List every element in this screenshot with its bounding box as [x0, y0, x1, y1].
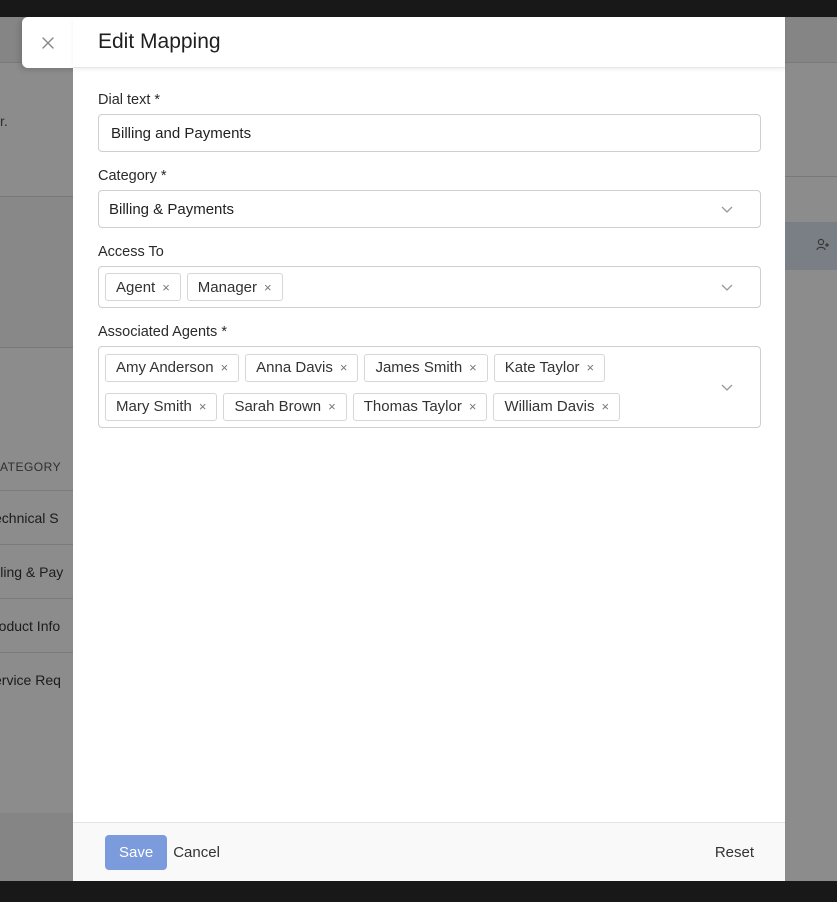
- dial-text-label: Dial text *: [98, 92, 161, 108]
- edit-mapping-modal: Edit Mapping Dial text * Category * Bill…: [73, 17, 785, 881]
- category-select[interactable]: Billing & Payments: [98, 190, 761, 228]
- remove-tag-icon[interactable]: ×: [469, 360, 477, 375]
- agent-tag-label: Mary Smith: [116, 398, 192, 415]
- remove-tag-icon[interactable]: ×: [199, 399, 207, 414]
- agent-tag-label: Thomas Taylor: [363, 398, 462, 415]
- close-icon: [42, 36, 54, 49]
- access-tag: Agent ×: [105, 273, 181, 301]
- category-label: Category *: [98, 168, 167, 184]
- agent-tag: Kate Taylor ×: [493, 353, 606, 382]
- category-selected-value: Billing & Payments: [109, 200, 235, 218]
- agent-tag: Sarah Brown ×: [223, 392, 347, 421]
- access-to-field: Access To Agent × Manager ×: [98, 244, 761, 308]
- remove-tag-icon[interactable]: ×: [162, 280, 170, 295]
- agent-tag: Thomas Taylor ×: [352, 392, 488, 421]
- dial-text-field: Dial text *: [98, 92, 761, 152]
- agent-tag-label: James Smith: [375, 359, 463, 376]
- agent-tag: Amy Anderson ×: [105, 353, 240, 382]
- cancel-button[interactable]: Cancel: [173, 844, 220, 861]
- agent-tag-label: Kate Taylor: [504, 359, 580, 376]
- reset-button[interactable]: Reset: [715, 844, 754, 861]
- agent-tag-label: Amy Anderson: [116, 359, 214, 376]
- chevron-down-icon: [721, 284, 733, 291]
- category-field: Category * Billing & Payments: [98, 168, 761, 228]
- chevron-down-icon: [721, 206, 733, 213]
- agent-tag: William Davis ×: [493, 392, 621, 421]
- chevron-down-icon: [721, 384, 733, 391]
- access-tag-label: Manager: [197, 278, 257, 296]
- associated-agents-field: Associated Agents * Amy Anderson × Anna Da…: [98, 324, 761, 428]
- modal-title: Edit Mapping: [98, 30, 221, 53]
- modal-header: Edit Mapping: [73, 17, 785, 68]
- remove-tag-icon[interactable]: ×: [221, 360, 229, 375]
- agent-tag-label: William Davis: [504, 398, 595, 415]
- remove-tag-icon[interactable]: ×: [328, 399, 336, 414]
- dial-text-input[interactable]: [98, 114, 761, 152]
- agent-tag: Mary Smith ×: [105, 392, 218, 421]
- remove-tag-icon[interactable]: ×: [601, 399, 609, 414]
- modal-footer: Save Cancel Reset: [73, 822, 785, 881]
- remove-tag-icon[interactable]: ×: [587, 360, 595, 375]
- agent-tag: Anna Davis ×: [245, 353, 359, 382]
- remove-tag-icon[interactable]: ×: [469, 399, 477, 414]
- access-to-label: Access To: [98, 244, 164, 260]
- access-tag: Manager ×: [186, 273, 283, 301]
- agent-tag-label: Sarah Brown: [234, 398, 322, 415]
- remove-tag-icon[interactable]: ×: [340, 360, 348, 375]
- save-button[interactable]: Save: [105, 834, 168, 870]
- remove-tag-icon[interactable]: ×: [264, 280, 272, 295]
- associated-agents-label: Associated Agents *: [98, 324, 227, 340]
- agent-tag: James Smith ×: [364, 353, 488, 382]
- access-tag-label: Agent: [116, 278, 156, 296]
- access-to-select[interactable]: Agent × Manager ×: [98, 266, 761, 308]
- modal-body: Dial text * Category * Billing & Payment…: [73, 68, 785, 822]
- associated-agents-select[interactable]: Amy Anderson × Anna Davis × James Smith × Kate…: [98, 346, 761, 428]
- agent-tag-label: Anna Davis: [256, 359, 333, 376]
